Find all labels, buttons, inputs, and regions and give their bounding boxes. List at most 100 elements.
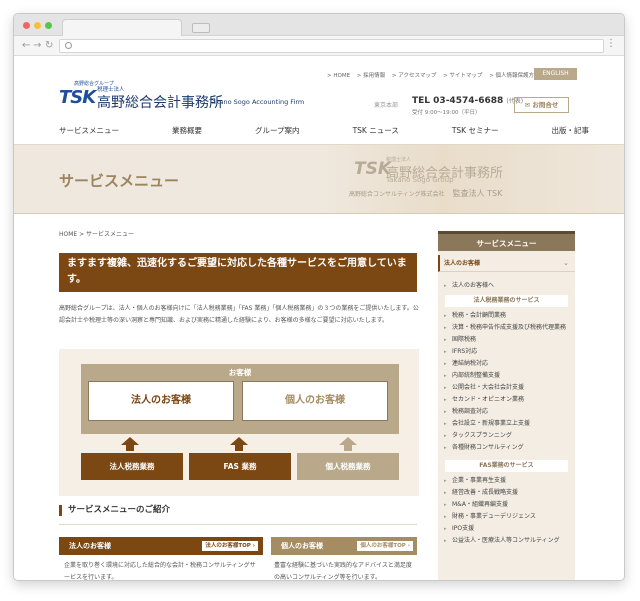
individual-top-button[interactable]: 個人のお客様TOP › (357, 541, 413, 551)
utility-links: > HOME > 採用情報 > アクセスマップ > サイトマップ > 個人情報保… (327, 71, 545, 79)
utility-link-home[interactable]: > HOME (327, 73, 350, 79)
contact-button[interactable]: ✉ お問合せ (514, 97, 569, 113)
arrow-up-icon (230, 437, 248, 445)
forward-icon[interactable]: → (33, 39, 41, 53)
corporate-card-header: 法人のお客様 法人のお客様TOP › (59, 537, 263, 555)
contact-label: お問合せ (532, 101, 559, 109)
new-tab-button[interactable] (192, 23, 210, 33)
nav-publications[interactable]: 出版・記事 (552, 125, 590, 139)
tel-value: 03-4574-6688 (433, 96, 504, 106)
logo-mark-text: TSK (59, 87, 96, 108)
individual-tax-service-box[interactable]: 個人税務業務 (297, 453, 399, 480)
page-title: サービスメニュー (59, 172, 180, 190)
sidebar-link-item[interactable]: M&A・組織再編支援 (438, 499, 575, 511)
sidebar-link-item[interactable]: セカンド・オピニオン業務 (438, 394, 575, 406)
utility-link-privacy[interactable]: > 個人情報保護方針 (489, 73, 539, 79)
corporate-top-button[interactable]: 法人のお客様TOP › (202, 541, 258, 551)
arrow-stem (126, 445, 134, 451)
search-icon (65, 42, 72, 49)
maximize-window-button[interactable] (45, 22, 52, 29)
sidebar-accordion-corporate[interactable]: 法人のお客様 ⌄ (438, 255, 575, 272)
fas-service-box[interactable]: FAS 業務 (189, 453, 291, 480)
back-icon[interactable]: ← (22, 39, 30, 53)
corporate-card-description: 企業を取り巻く環境に対応した総合的な会計・税務コンサルティングサービスを行います… (64, 562, 256, 580)
sidebar-link-corporate-top[interactable]: 法人のお客様へ (438, 280, 575, 292)
sidebar-title: サービスメニュー (438, 231, 575, 251)
reload-icon[interactable]: ↻ (45, 39, 53, 53)
page-viewport: > HOME > 採用情報 > アクセスマップ > サイトマップ > 個人情報保… (14, 57, 624, 580)
logo-english-name: Takano Sogo Accounting Firm (209, 98, 305, 106)
sidebar-link-item[interactable]: 税務調査対応 (438, 406, 575, 418)
browser-menu-icon[interactable]: ⋮ (606, 38, 616, 49)
browser-window: ← → ↻ ⋮ > HOME > 採用情報 > アクセスマップ > サイトマップ… (13, 13, 625, 581)
sidebar-link-item[interactable]: 内部統制整備支援 (438, 370, 575, 382)
arrow-up-icon (121, 437, 139, 445)
sidebar-link-item[interactable]: 決算・税務申告作成支援及び税務代理業務 (438, 322, 575, 334)
corporate-client-box[interactable]: 法人のお客様 (88, 381, 234, 421)
sidebar-link-item[interactable]: 税務・会計顧問業務 (438, 310, 575, 322)
sidebar-link-item[interactable]: タックスプランニング (438, 430, 575, 442)
corporate-top-label: 法人のお客様TOP (205, 543, 251, 549)
arrow-up-icon (339, 437, 357, 445)
arrow-stem (344, 445, 352, 451)
nav-business-overview[interactable]: 業務概要 (172, 125, 202, 139)
individual-card-title: 個人のお客様 (281, 542, 323, 550)
hq-label: 東京本部 (374, 102, 399, 109)
nav-tsk-seminar[interactable]: TSK セミナー (452, 125, 499, 139)
sidebar-link-item[interactable]: 国際税務 (438, 334, 575, 346)
hero-logo-en: Takano Sogo Group (386, 176, 454, 184)
logo-firm-name: 高野総合会計事務所 (97, 95, 223, 111)
english-button[interactable]: ENGLISH (534, 68, 577, 80)
sidebar-link-item[interactable]: 公益法人・医療法人等コンサルティング (438, 535, 575, 547)
close-window-button[interactable] (23, 22, 30, 29)
browser-toolbar: ← → ↻ ⋮ (14, 36, 624, 56)
sidebar-link-item[interactable]: 連結納税対応 (438, 358, 575, 370)
chevron-down-icon: ⌄ (563, 259, 569, 267)
business-hours: 受付 9:00〜19:00（平日） (412, 110, 481, 116)
sidebar-link-item[interactable]: 各種財務コンサルティング (438, 442, 575, 454)
hero-group-companies: 高野総合コンサルティング株式会社 監査法人 TSK (349, 188, 502, 199)
section-divider (59, 524, 417, 525)
lead-banner: ますます複雑、迅速化するご要望に対応した各種サービスをご用意しています。 (59, 253, 417, 292)
minimize-window-button[interactable] (34, 22, 41, 29)
hero-company-audit: 監査法人 TSK (452, 189, 503, 198)
individual-client-box[interactable]: 個人のお客様 (242, 381, 388, 421)
sidebar-link-item[interactable]: IPO支援 (438, 523, 575, 535)
browser-titlebar (14, 14, 624, 36)
utility-link-sitemap[interactable]: > サイトマップ (443, 73, 482, 79)
customers-panel: お客様 法人のお客様 個人のお客様 (81, 364, 399, 434)
service-diagram: お客様 法人のお客様 個人のお客様 法人税務業務 FAS 業務 個人税務業務 (59, 349, 419, 496)
browser-tab[interactable] (62, 19, 182, 36)
individual-card-description: 豊富な経験に基づいた実践的なアドバイスと満足度の高いコンサルティング等を行います… (274, 562, 412, 580)
sidebar-link-item[interactable]: IFRS対応 (438, 346, 575, 358)
nav-group-info[interactable]: グループ案内 (255, 125, 300, 139)
sidebar-list-corporate-tax: 税務・会計顧問業務決算・税務申告作成支援及び税務代理業務国際税務IFRS対応連結… (438, 310, 575, 454)
sidebar-list-fas: 企業・事業再生支援経営改善・成長戦略支援M&A・組織再編支援財務・事業デューデリ… (438, 475, 575, 547)
tel-label: TEL (412, 96, 431, 106)
utility-link-access[interactable]: > アクセスマップ (392, 73, 436, 79)
page-hero: サービスメニュー TSK 税理士法人 高野総合会計事務所 Takano Sogo… (14, 144, 624, 214)
nav-tsk-news[interactable]: TSK ニュース (353, 125, 399, 139)
sidebar-subheading-corporate-tax: 法人税務業務のサービス (445, 295, 568, 307)
individual-card-header: 個人のお客様 個人のお客様TOP › (271, 537, 417, 555)
section-heading: サービスメニューのご紹介 (59, 505, 417, 516)
sidebar-subheading-fas: FAS業務のサービス (445, 460, 568, 472)
chevron-right-icon: › (407, 543, 410, 549)
sidebar-link-item[interactable]: 公開会社・大会社会計支援 (438, 382, 575, 394)
utility-link-recruit[interactable]: > 採用情報 (357, 73, 385, 79)
breadcrumb[interactable]: HOME > サービスメニュー (59, 229, 134, 238)
sidebar-link-item[interactable]: 会社設立・新規事業立上支援 (438, 418, 575, 430)
individual-top-label: 個人のお客様TOP (360, 543, 406, 549)
corporate-card-title: 法人のお客様 (69, 542, 111, 550)
sidebar-link-item[interactable]: 企業・事業再生支援 (438, 475, 575, 487)
sidebar-link-item[interactable]: 経営改善・成長戦略支援 (438, 487, 575, 499)
tsk-logo-mark: TSK (59, 87, 96, 109)
nav-service-menu[interactable]: サービスメニュー (59, 125, 119, 139)
sidebar: サービスメニュー 法人のお客様 ⌄ 法人のお客様へ 法人税務業務のサービス 税務… (438, 231, 575, 580)
corporate-tax-service-box[interactable]: 法人税務業務 (81, 453, 183, 480)
chevron-right-icon: › (252, 543, 255, 549)
address-bar[interactable] (59, 39, 604, 53)
arrow-stem (235, 445, 243, 451)
sidebar-link-item[interactable]: 財務・事業デューデリジェンス (438, 511, 575, 523)
